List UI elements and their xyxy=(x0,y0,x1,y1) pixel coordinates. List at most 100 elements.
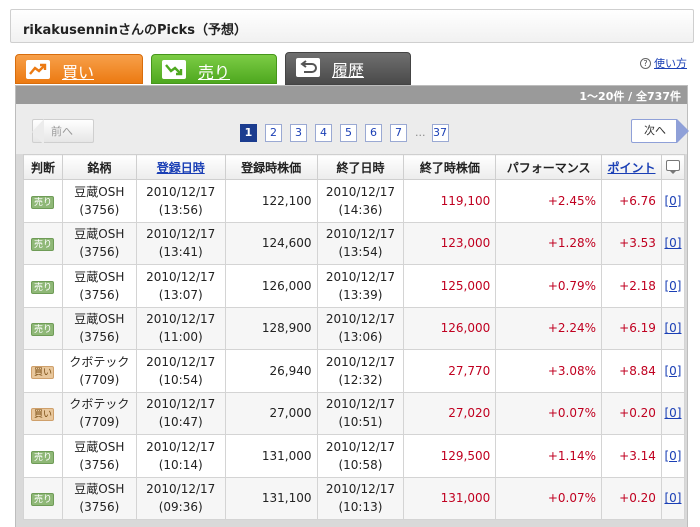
table-header-row: 判断 銘柄 登録日時 登録時株価 終了日時 終了時株価 パフォーマンス ポイント xyxy=(23,154,686,180)
end-price: 123,000 xyxy=(403,221,497,265)
howto-link[interactable]: ? 使い方 xyxy=(640,55,687,71)
page-6[interactable]: 6 xyxy=(365,124,382,142)
judgment-badge: 売り xyxy=(31,238,55,252)
points: +0.20 xyxy=(601,476,662,520)
comments-link[interactable]: [0] xyxy=(660,179,686,223)
ended-at-cell: 2010/12/17 (13:54) xyxy=(316,221,405,265)
points: +2.18 xyxy=(601,264,662,308)
col-comments xyxy=(660,154,686,180)
ended-date: 2010/12/17 xyxy=(325,482,396,497)
stock-name: 豆蔵OSH xyxy=(74,269,125,284)
picks-panel: 1～20件 / 全737件 前へ 1 2 3 4 5 6 7 ... 37 次へ… xyxy=(15,85,689,527)
judgment-cell: 売り xyxy=(23,221,63,265)
prev-page-button[interactable]: 前へ xyxy=(32,119,94,145)
end-price: 129,500 xyxy=(403,434,497,478)
registered-time: (13:41) xyxy=(158,245,203,260)
table-row: 売り 豆蔵OSH (3756) 2010/12/17 (13:41) 124,600 201… xyxy=(23,221,686,265)
stock-code: (7709) xyxy=(79,372,120,387)
ended-at-cell: 2010/12/17 (13:39) xyxy=(316,264,405,308)
page-4[interactable]: 4 xyxy=(315,124,332,142)
ended-date: 2010/12/17 xyxy=(325,227,396,242)
tab-history[interactable]: 履歴 xyxy=(285,52,411,85)
stock-code: (3756) xyxy=(79,245,120,260)
page-last[interactable]: 37 xyxy=(431,124,449,142)
performance: +2.24% xyxy=(495,306,603,350)
registered-date: 2010/12/17 xyxy=(146,269,216,284)
ended-at-cell: 2010/12/17 (13:06) xyxy=(316,306,405,350)
judgment-badge: 売り xyxy=(31,280,55,294)
stock-cell: クボテック (7709) xyxy=(61,391,137,435)
judgment-badge: 売り xyxy=(31,195,55,209)
stock-code: (3756) xyxy=(79,330,120,345)
registered-time: (10:54) xyxy=(158,372,203,387)
stock-name: 豆蔵OSH xyxy=(74,184,125,199)
help-icon: ? xyxy=(640,58,651,69)
ended-time: (13:39) xyxy=(338,287,383,302)
ended-time: (12:32) xyxy=(338,372,383,387)
page-1[interactable]: 1 xyxy=(240,124,257,142)
end-price: 27,770 xyxy=(403,349,497,393)
performance: +2.45% xyxy=(495,179,603,223)
ended-date: 2010/12/17 xyxy=(325,439,396,454)
registered-price: 27,000 xyxy=(224,391,318,435)
tab-buy[interactable]: 買い xyxy=(15,54,143,84)
panel-header: 1～20件 / 全737件 xyxy=(16,86,687,104)
page-5[interactable]: 5 xyxy=(340,124,357,142)
stock-name: 豆蔵OSH xyxy=(74,312,125,327)
registered-date: 2010/12/17 xyxy=(146,439,216,454)
registered-at-cell: 2010/12/17 (13:07) xyxy=(135,264,226,308)
stock-code: (3756) xyxy=(79,287,120,302)
table-row: 買い クボテック (7709) 2010/12/17 (10:54) 26,940 2010… xyxy=(23,349,686,393)
ended-at-cell: 2010/12/17 (14:36) xyxy=(316,179,405,223)
points: +8.84 xyxy=(601,349,662,393)
registered-price: 124,600 xyxy=(224,221,318,265)
stock-cell: 豆蔵OSH (3756) xyxy=(61,221,137,265)
comments-link[interactable]: [0] xyxy=(660,264,686,308)
col-points[interactable]: ポイント xyxy=(601,154,662,180)
end-price: 27,020 xyxy=(403,391,497,435)
judgment-cell: 売り xyxy=(23,264,63,308)
registered-time: (09:36) xyxy=(158,500,203,515)
comments-link[interactable]: [0] xyxy=(660,349,686,393)
col-registered-at[interactable]: 登録日時 xyxy=(135,154,226,180)
comments-link[interactable]: [0] xyxy=(660,434,686,478)
judgment-badge: 売り xyxy=(31,323,55,337)
registered-date: 2010/12/17 xyxy=(146,184,216,199)
ended-time: (13:54) xyxy=(338,245,383,260)
registered-at-cell: 2010/12/17 (13:56) xyxy=(135,179,226,223)
tab-sell[interactable]: 売り xyxy=(151,54,277,84)
registered-price: 128,900 xyxy=(224,306,318,350)
page-title: rikakusenninさんのPicks（予想） xyxy=(23,23,248,38)
registered-at-cell: 2010/12/17 (10:14) xyxy=(135,434,226,478)
page-title-bar: rikakusenninさんのPicks（予想） xyxy=(10,9,694,43)
tab-buy-label: 買い xyxy=(62,63,95,82)
comments-link[interactable]: [0] xyxy=(660,391,686,435)
comments-link[interactable]: [0] xyxy=(660,306,686,350)
judgment-cell: 売り xyxy=(23,434,63,478)
ended-at-cell: 2010/12/17 (10:13) xyxy=(316,476,405,520)
registered-price: 131,000 xyxy=(224,434,318,478)
stock-name: クボテック xyxy=(69,354,130,369)
registered-date: 2010/12/17 xyxy=(146,354,216,369)
trend-down-icon xyxy=(162,60,186,79)
points: +0.20 xyxy=(601,391,662,435)
ended-at-cell: 2010/12/17 (10:58) xyxy=(316,434,405,478)
stock-name: クボテック xyxy=(69,397,130,412)
stock-code: (3756) xyxy=(79,202,120,217)
ended-time: (13:06) xyxy=(338,330,383,345)
page-7[interactable]: 7 xyxy=(390,124,407,142)
points: +3.53 xyxy=(601,221,662,265)
page-2[interactable]: 2 xyxy=(265,124,282,142)
col-stock: 銘柄 xyxy=(61,154,137,180)
ended-time: (14:36) xyxy=(338,202,383,217)
page-3[interactable]: 3 xyxy=(290,124,307,142)
comments-link[interactable]: [0] xyxy=(660,221,686,265)
next-page-button[interactable]: 次へ xyxy=(631,119,689,143)
end-price: 125,000 xyxy=(403,264,497,308)
points: +6.19 xyxy=(601,306,662,350)
comments-link[interactable]: [0] xyxy=(660,476,686,520)
ended-date: 2010/12/17 xyxy=(325,354,396,369)
pagination: 前へ 1 2 3 4 5 6 7 ... 37 次へ xyxy=(16,104,689,154)
registered-time: (13:07) xyxy=(158,287,203,302)
registered-price: 131,100 xyxy=(224,476,318,520)
